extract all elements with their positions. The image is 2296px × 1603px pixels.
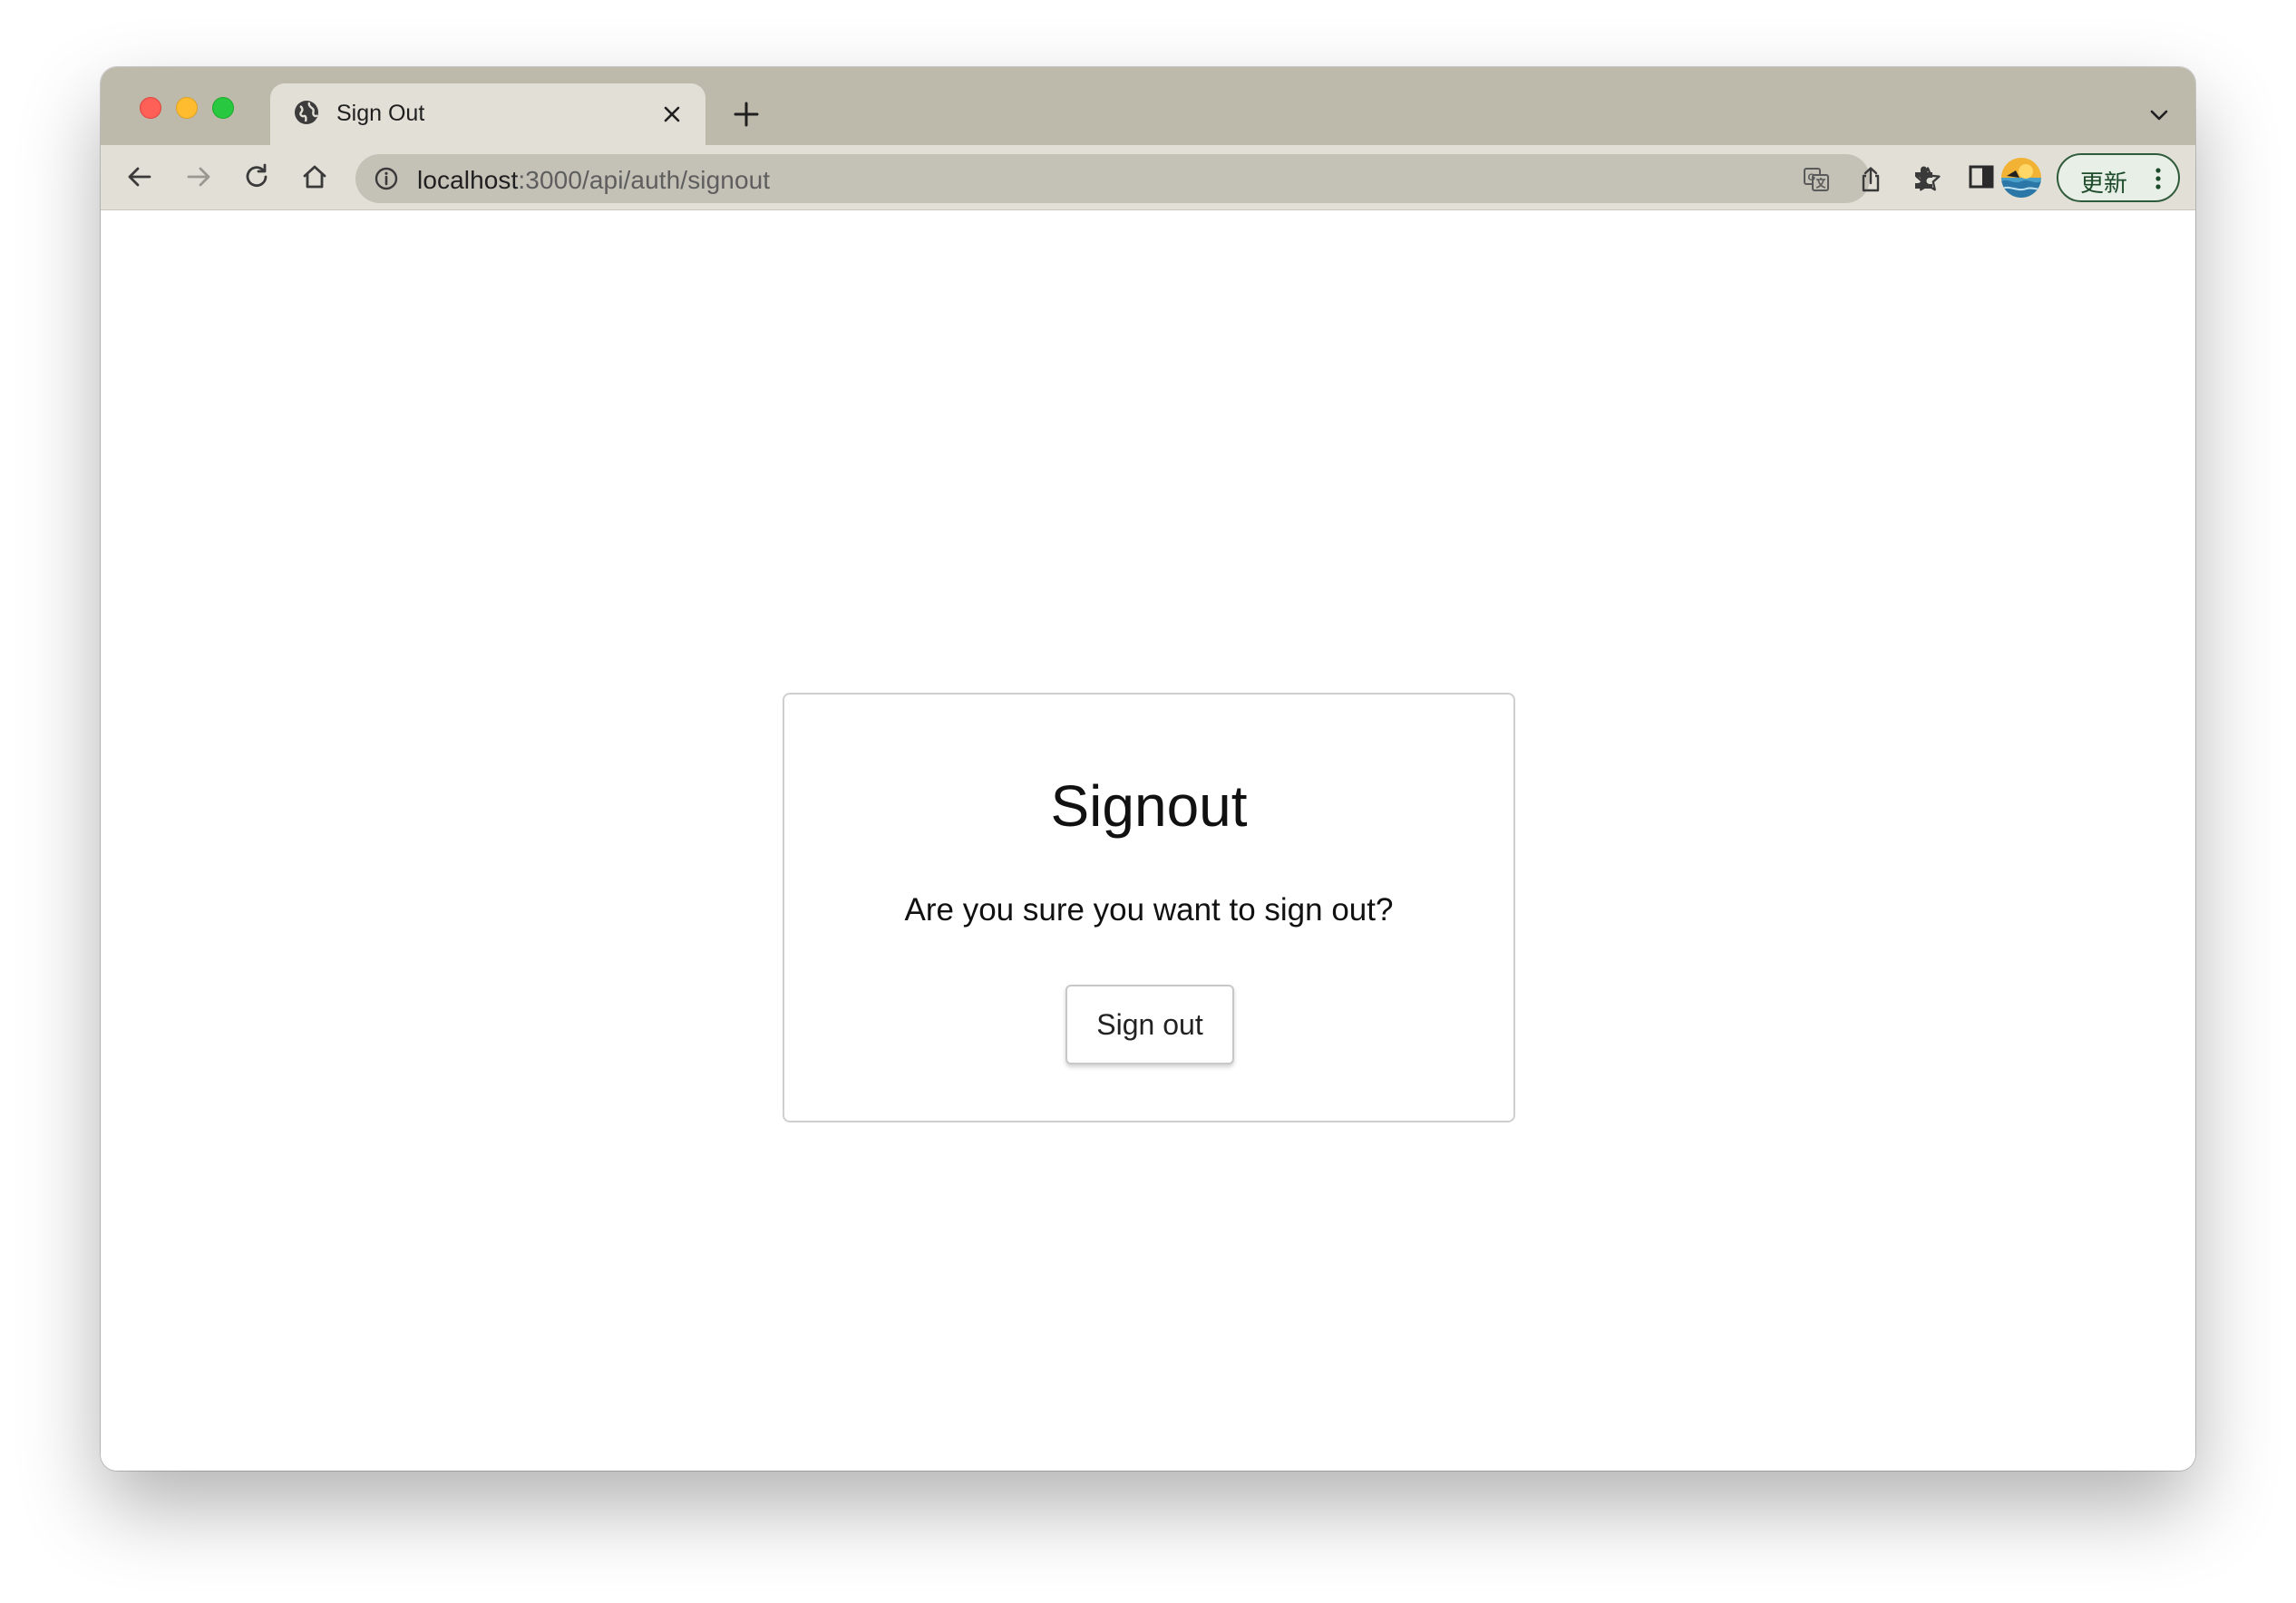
site-info-icon[interactable] — [374, 166, 399, 191]
minimize-window-button[interactable] — [176, 97, 198, 119]
tab-strip: Sign Out — [101, 67, 2195, 145]
tab-title: Sign Out — [336, 101, 425, 126]
side-panel-icon[interactable] — [1964, 160, 1999, 194]
url-host: localhost — [417, 166, 519, 194]
address-bar[interactable]: localhost:3000/api/auth/signout G — [355, 154, 1941, 203]
url-path: :3000/api/auth/signout — [518, 166, 771, 194]
signout-confirmation-text: Are you sure you want to sign out? — [904, 892, 1394, 928]
share-icon[interactable] — [1856, 165, 1885, 194]
extensions-icon[interactable] — [1907, 160, 1941, 194]
signout-card: Signout Are you sure you want to sign ou… — [783, 693, 1515, 1122]
maximize-window-button[interactable] — [212, 97, 234, 119]
profile-picture-icon — [2001, 158, 2041, 198]
active-tab[interactable]: Sign Out — [270, 83, 705, 145]
forward-icon[interactable] — [181, 160, 216, 194]
tab-search-chevron-icon[interactable] — [2147, 103, 2171, 127]
page-title: Signout — [1050, 773, 1248, 839]
update-label: 更新 — [2080, 170, 2128, 197]
close-window-button[interactable] — [140, 97, 161, 119]
browser-window: Sign Out localhost:3000/api/auth/signout… — [101, 67, 2195, 1471]
reload-icon[interactable] — [239, 160, 274, 194]
globe-icon — [295, 101, 318, 124]
home-icon[interactable] — [297, 160, 332, 194]
signout-button[interactable]: Sign out — [1065, 985, 1234, 1064]
url-text[interactable]: localhost:3000/api/auth/signout — [417, 166, 770, 195]
svg-text:G: G — [1808, 172, 1816, 183]
new-tab-icon[interactable] — [731, 99, 762, 130]
close-tab-icon[interactable] — [658, 101, 686, 128]
update-chrome-button[interactable]: 更新 — [2057, 153, 2180, 202]
translate-icon[interactable]: G — [1802, 165, 1831, 194]
browser-toolbar: localhost:3000/api/auth/signout G 更新 — [101, 145, 2195, 210]
back-icon[interactable] — [122, 160, 157, 194]
more-menu-icon[interactable] — [2147, 166, 2169, 191]
profile-avatar[interactable] — [2001, 158, 2041, 198]
page-content: Signout Are you sure you want to sign ou… — [101, 211, 2195, 1471]
